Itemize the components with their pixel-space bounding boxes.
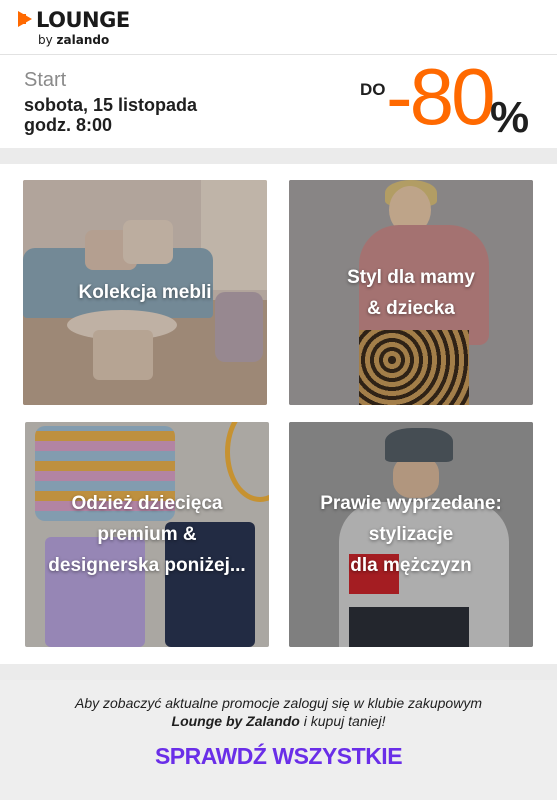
lounge-logo[interactable]: LOUNGE by zalando — [18, 8, 148, 47]
category-grid: Kolekcja mebli Styl dla mamy & dziecka O… — [0, 164, 557, 664]
tile-mother-child-style[interactable]: Styl dla mamy & dziecka — [289, 180, 533, 405]
login-prompt-text: Aby zobaczyć aktualne promocje zaloguj s… — [75, 695, 482, 711]
discount-value: -80 — [386, 52, 496, 141]
see-all-button[interactable]: SPRAWDŹ WSZYSTKIE — [0, 743, 557, 770]
footer: Aby zobaczyć aktualne promocje zaloguj s… — [0, 680, 557, 800]
brand-name: LOUNGE — [36, 8, 130, 32]
event-time: godz. 8:00 — [24, 115, 113, 135]
discount-prefix: DO — [360, 80, 386, 99]
tile-men-styles[interactable]: Prawie wyprzedane: stylizacje dla mężczy… — [289, 422, 533, 647]
discount-unit: % — [490, 93, 530, 142]
brand-subtitle: by zalando — [38, 33, 110, 47]
lounge-logo-icon — [18, 11, 32, 27]
tile-label: Styl dla mamy & dziecka — [347, 266, 475, 319]
tile-label: Prawie wyprzedane: stylizacje dla mężczy… — [320, 493, 502, 576]
event-date: sobota, 15 listopada — [24, 95, 198, 115]
header: LOUNGE by zalando — [0, 0, 557, 55]
login-prompt-text-2: Lounge by Zalando i kupuj taniej! — [171, 713, 386, 729]
event-start-label: Start — [24, 69, 67, 91]
tile-label: Kolekcja mebli — [78, 282, 212, 303]
tile-furniture-collection[interactable]: Kolekcja mebli — [23, 180, 267, 405]
tile-label: Odzież dziecięca premium & designerska p… — [48, 493, 246, 576]
event-banner: Start sobota, 15 listopada godz. 8:00 DO… — [0, 52, 557, 148]
tile-kids-clothing[interactable]: Odzież dziecięca premium & designerska p… — [25, 422, 269, 647]
